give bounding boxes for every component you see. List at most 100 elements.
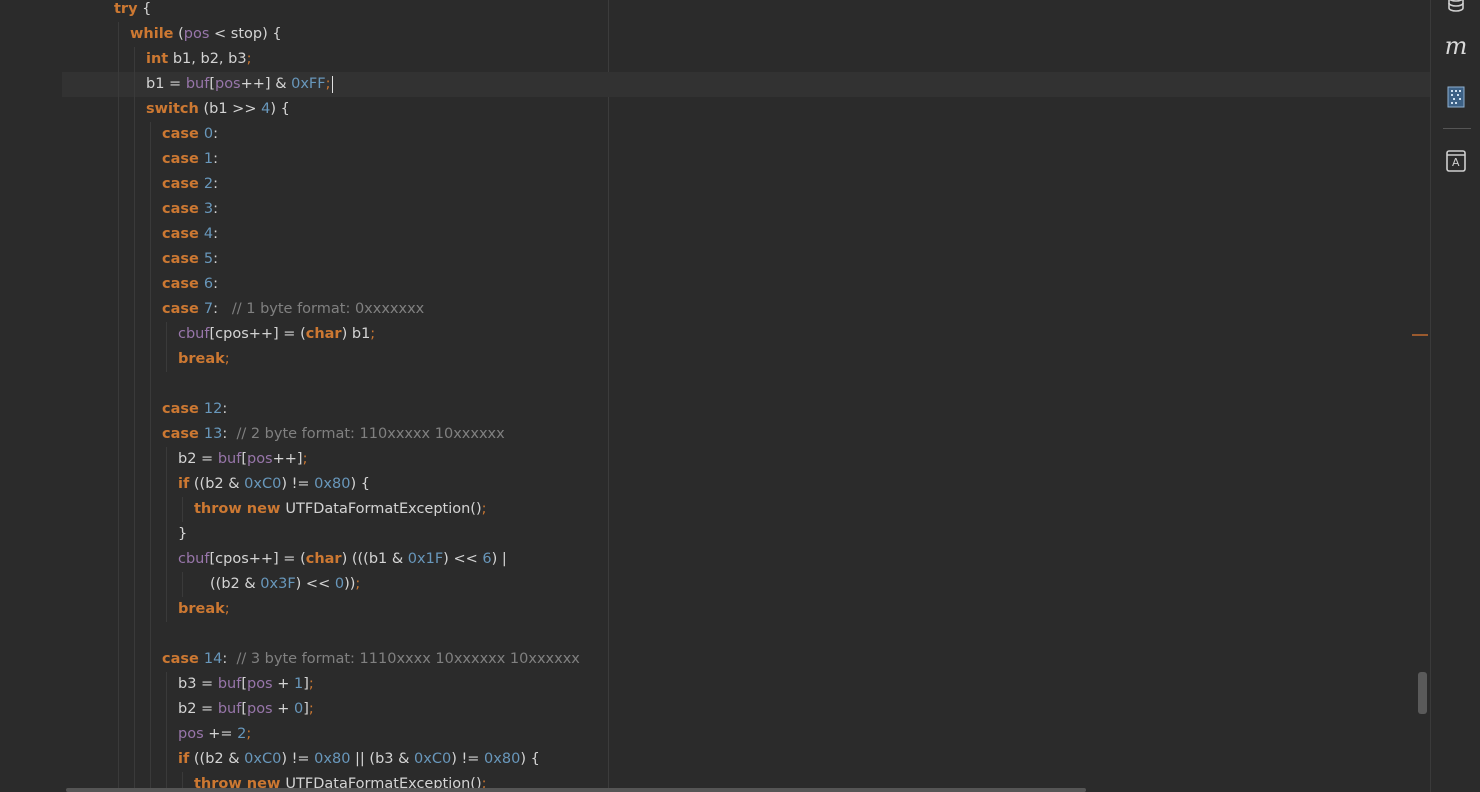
code-line[interactable]: case 5: [62,247,1430,272]
code-token: break [178,351,225,367]
code-line[interactable]: case 4: [62,222,1430,247]
line-gutter[interactable] [0,0,62,792]
code-line[interactable]: switch (b1 >> 4) { [62,97,1430,122]
code-token: case [162,426,204,442]
code-line[interactable]: case 7: // 1 byte format: 0xxxxxxx [62,297,1430,322]
code-line[interactable]: break; [62,347,1430,372]
code-token: ; [224,601,230,617]
code-text: switch (b1 >> 4) { [146,97,290,122]
code-text: break; [178,347,230,372]
code-token: 0x1F [407,551,444,567]
code-line[interactable]: if ((b2 & 0xC0) != 0x80 || (b3 & 0xC0) !… [62,747,1430,772]
code-line[interactable]: break; [62,597,1430,622]
code-token: ) (((b1 & [341,551,408,567]
indent-guide [118,22,119,792]
code-line[interactable]: case 3: [62,197,1430,222]
code-token: ((b2 & [189,751,245,767]
vertical-scrollbar-thumb[interactable] [1418,672,1427,714]
code-token: 2 [203,176,214,192]
code-token: 0x3F [260,576,296,592]
code-token: buf [217,676,242,692]
code-text: if ((b2 & 0xC0) != 0x80 || (b3 & 0xC0) !… [178,747,540,772]
code-line[interactable]: case 6: [62,272,1430,297]
code-line[interactable]: int b1, b2, b3; [62,47,1430,72]
code-token: pos [214,76,241,92]
code-token: : [213,301,232,317]
indent-guide [150,122,151,792]
indent-guide [182,572,183,597]
code-line[interactable]: if ((b2 & 0xC0) != 0x80) { [62,472,1430,497]
code-line[interactable] [62,372,1430,397]
code-token: ; [325,76,331,92]
code-token: ) { [520,751,540,767]
code-line[interactable]: cbuf[cpos++] = (char) (((b1 & 0x1F) << 6… [62,547,1430,572]
code-token: pos [246,676,273,692]
code-line[interactable]: case 13: // 2 byte format: 110xxxxx 10xx… [62,422,1430,447]
code-text: case 13: // 2 byte format: 110xxxxx 10xx… [162,422,505,447]
code-token: : [213,176,219,192]
code-token: 4 [203,226,214,242]
code-line[interactable]: while (pos < stop) { [62,22,1430,47]
code-token: + [272,676,294,692]
code-token: if [178,751,190,767]
maven-icon[interactable]: m [1445,32,1468,60]
dictionary-icon[interactable]: A [1445,150,1467,172]
code-token: 0x80 [314,476,351,492]
code-token: 4 [261,101,271,117]
code-text: case 4: [162,222,218,247]
code-line[interactable]: case 1: [62,147,1430,172]
code-token: ((b2 & [210,576,261,592]
code-text: b2 = buf[pos++]; [178,447,307,472]
code-token: ; [370,326,376,342]
code-token: buf [217,701,242,717]
code-token: ; [308,701,314,717]
code-token: char [305,551,342,567]
code-line[interactable]: b1 = buf[pos++] & 0xFF; [62,72,1430,97]
text-caret [331,75,333,93]
code-token: 0xFF [291,76,326,92]
code-token: || (b3 & [350,751,415,767]
code-token: ) << [443,551,483,567]
indent-guide [166,447,167,622]
code-token: if [178,476,190,492]
code-token: case [162,401,204,417]
code-token: : [222,426,237,442]
code-token: buf [217,451,242,467]
code-token: 0 [334,576,345,592]
code-line[interactable]: } [62,522,1430,547]
code-text: case 3: [162,197,218,222]
code-line[interactable]: case 14: // 3 byte format: 1110xxxx 10xx… [62,647,1430,672]
database-icon[interactable] [1445,0,1467,14]
horizontal-scrollbar-thumb[interactable] [66,788,1086,792]
code-token: 0 [294,701,304,717]
code-line[interactable]: ((b2 & 0x3F) << 0)); [62,572,1430,597]
code-token: // 2 byte format: 110xxxxx 10xxxxxx [236,426,505,442]
tool-strip-separator [1443,128,1471,129]
code-token: ; [246,51,252,67]
code-token: case [162,176,204,192]
code-line[interactable] [62,622,1430,647]
code-token: pos [246,451,273,467]
code-token: b2 = [178,701,218,717]
error-stripe-marker[interactable] [1412,334,1428,336]
code-editor[interactable]: try {while (pos < stop) {int b1, b2, b3;… [62,0,1430,792]
code-text: cbuf[cpos++] = (char) b1; [178,322,375,347]
code-line[interactable]: b2 = buf[pos + 0]; [62,697,1430,722]
code-line[interactable]: case 12: [62,397,1430,422]
code-token: : [213,201,219,217]
code-token: 1 [294,676,304,692]
code-line[interactable]: b3 = buf[pos + 1]; [62,672,1430,697]
code-line[interactable]: pos += 2; [62,722,1430,747]
code-line[interactable]: cbuf[cpos++] = (char) b1; [62,322,1430,347]
code-line[interactable]: throw new UTFDataFormatException(); [62,497,1430,522]
code-token: ; [481,501,487,517]
binary-file-icon[interactable] [1445,86,1467,108]
code-line[interactable]: case 0: [62,122,1430,147]
code-token: ; [246,726,252,742]
code-text: b3 = buf[pos + 1]; [178,672,314,697]
code-line[interactable]: case 2: [62,172,1430,197]
code-token: 0x80 [314,751,351,767]
code-token: case [162,201,204,217]
code-line[interactable]: try { [62,0,1430,22]
code-line[interactable]: b2 = buf[pos++]; [62,447,1430,472]
